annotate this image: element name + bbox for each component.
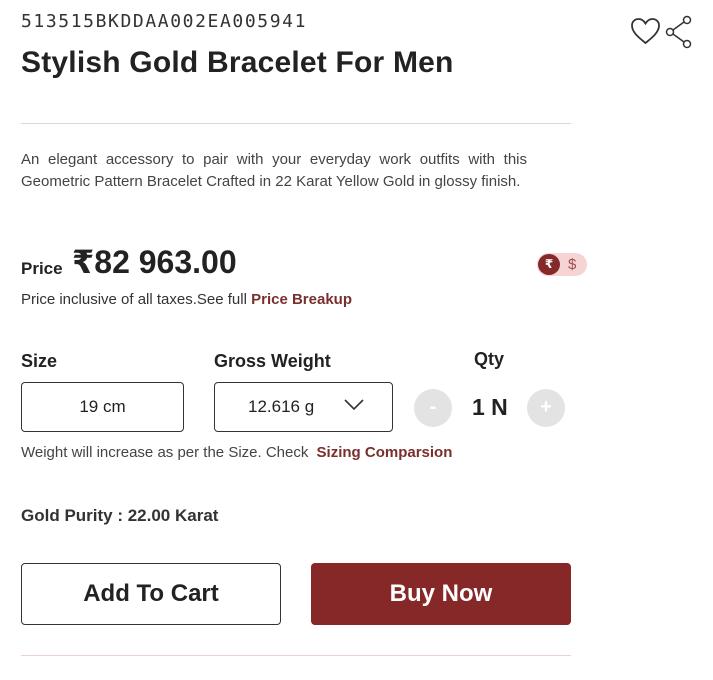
qty-increase-button[interactable]: + <box>527 389 565 427</box>
size-label: Size <box>21 351 58 371</box>
tax-note-text: Price inclusive of all taxes.See full <box>21 291 252 308</box>
price-label: Price <box>21 259 63 278</box>
price-value: ₹82 963.00 <box>72 244 237 280</box>
gross-weight-value: 12.616 g <box>248 397 315 416</box>
dollar-option[interactable]: $ <box>568 254 576 275</box>
size-note: Weight will increase as per the Size. Ch… <box>21 444 452 461</box>
currency-toggle[interactable]: ₹ $ <box>537 253 587 276</box>
gross-weight-dropdown[interactable]: 12.616 g <box>214 382 393 432</box>
price-breakup-link[interactable]: Price Breakup <box>251 291 352 308</box>
wishlist-button[interactable] <box>630 17 661 45</box>
product-sku: 513515BKDDAA002EA005941 <box>21 11 308 32</box>
buy-now-button[interactable]: Buy Now <box>311 563 571 625</box>
section-divider <box>21 123 571 124</box>
heart-icon <box>631 18 660 45</box>
rupee-option[interactable]: ₹ <box>538 254 560 275</box>
size-field[interactable]: 19 cm <box>21 382 184 432</box>
add-to-cart-button[interactable]: Add To Cart <box>21 563 281 625</box>
tax-note: Price inclusive of all taxes.See full Pr… <box>21 291 352 308</box>
sizing-comparison-link[interactable]: Sizing Comparsion <box>317 444 453 461</box>
gold-purity: Gold Purity : 22.00 Karat <box>21 506 219 525</box>
chevron-down-icon <box>344 399 364 411</box>
product-description: An elegant accessory to pair with your e… <box>21 151 527 190</box>
qty-label: Qty <box>474 349 505 369</box>
gross-weight-label: Gross Weight <box>214 351 331 371</box>
qty-decrease-button[interactable]: - <box>414 389 452 427</box>
qty-value: 1 N <box>472 394 508 420</box>
product-title: Stylish Gold Bracelet For Men <box>21 46 454 79</box>
share-button[interactable] <box>665 15 693 49</box>
share-icon <box>665 15 692 49</box>
section-divider-bottom <box>21 655 571 656</box>
size-value: 19 cm <box>79 397 126 416</box>
size-note-text: Weight will increase as per the Size. Ch… <box>21 444 313 461</box>
